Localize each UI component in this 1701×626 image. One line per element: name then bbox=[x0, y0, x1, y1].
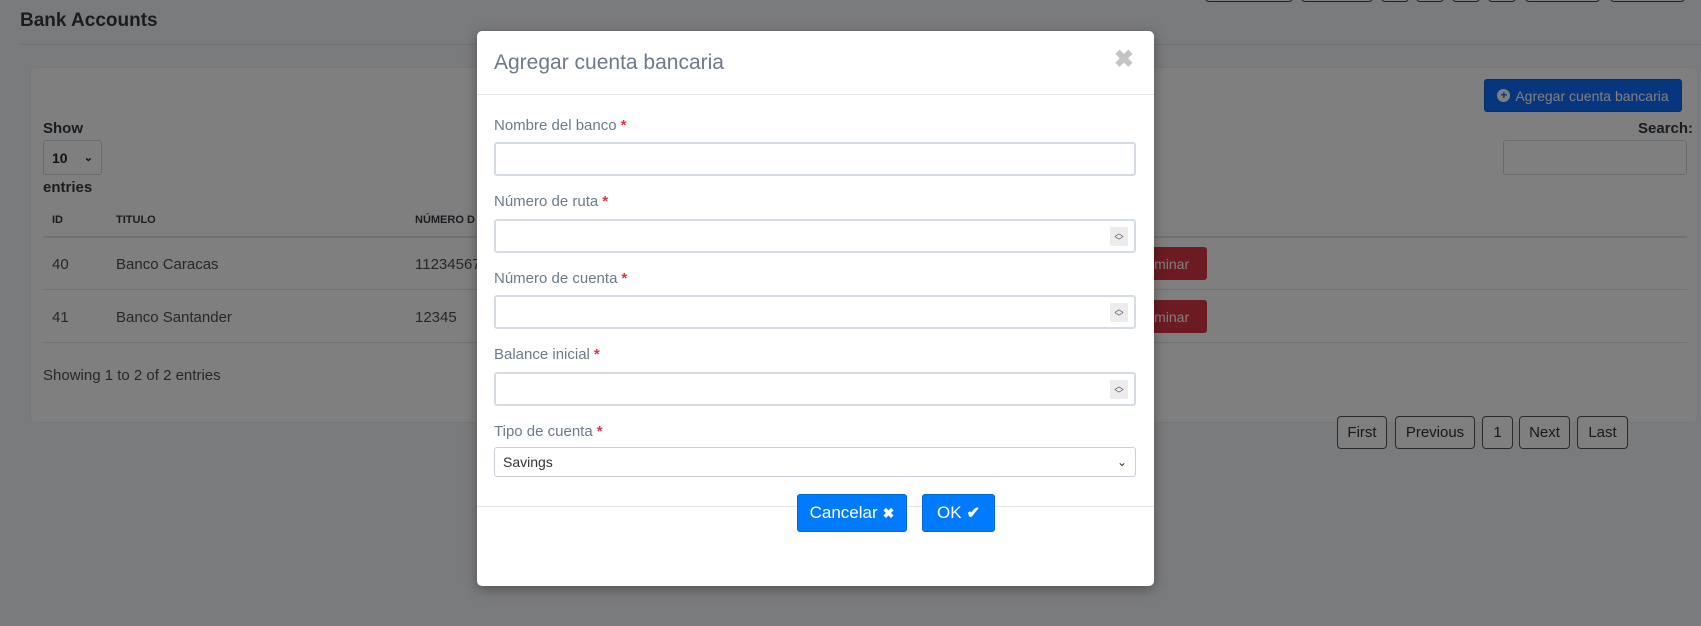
modal-header-divider bbox=[477, 94, 1154, 95]
x-icon: ✖ bbox=[882, 504, 895, 521]
account-type-label: Tipo de cuenta * bbox=[494, 423, 603, 440]
chevron-down-icon: ⌄ bbox=[1116, 455, 1127, 469]
routing-number-label: Número de ruta * bbox=[494, 193, 608, 210]
opening-balance-label: Balance inicial * bbox=[494, 346, 600, 363]
close-icon[interactable]: ✖ bbox=[1114, 45, 1134, 74]
required-mark: * bbox=[620, 117, 627, 134]
account-type-value: Savings bbox=[503, 454, 553, 470]
bank-name-input[interactable] bbox=[494, 142, 1136, 176]
routing-number-input[interactable]: ︿ ﹀ bbox=[494, 219, 1136, 253]
account-type-label-text: Tipo de cuenta bbox=[494, 423, 593, 440]
account-type-select[interactable]: Savings ⌄ bbox=[494, 447, 1136, 477]
cancel-button[interactable]: Cancelar ✖ bbox=[797, 494, 907, 532]
ok-label: OK bbox=[937, 503, 962, 522]
modal-title: Agregar cuenta bancaria bbox=[494, 51, 724, 74]
cancel-label: Cancelar bbox=[809, 503, 878, 522]
bank-name-label-text: Nombre del banco bbox=[494, 117, 617, 134]
required-mark: * bbox=[621, 270, 628, 287]
number-spinner-icon[interactable]: ︿ ﹀ bbox=[1110, 227, 1128, 246]
ok-button[interactable]: OK ✔ bbox=[922, 494, 995, 532]
bank-name-label: Nombre del banco * bbox=[494, 117, 626, 134]
routing-number-label-text: Número de ruta bbox=[494, 193, 599, 210]
opening-balance-input[interactable]: ︿ ﹀ bbox=[494, 372, 1136, 406]
number-spinner-icon[interactable]: ︿ ﹀ bbox=[1110, 380, 1128, 399]
opening-balance-label-text: Balance inicial bbox=[494, 346, 590, 363]
required-mark: * bbox=[593, 346, 600, 363]
check-icon: ✔ bbox=[966, 505, 980, 522]
account-number-label: Número de cuenta * bbox=[494, 270, 627, 287]
required-mark: * bbox=[602, 193, 609, 210]
number-spinner-icon[interactable]: ︿ ﹀ bbox=[1110, 303, 1128, 322]
required-mark: * bbox=[596, 423, 603, 440]
account-number-input[interactable]: ︿ ﹀ bbox=[494, 295, 1136, 329]
account-number-label-text: Número de cuenta bbox=[494, 270, 618, 287]
